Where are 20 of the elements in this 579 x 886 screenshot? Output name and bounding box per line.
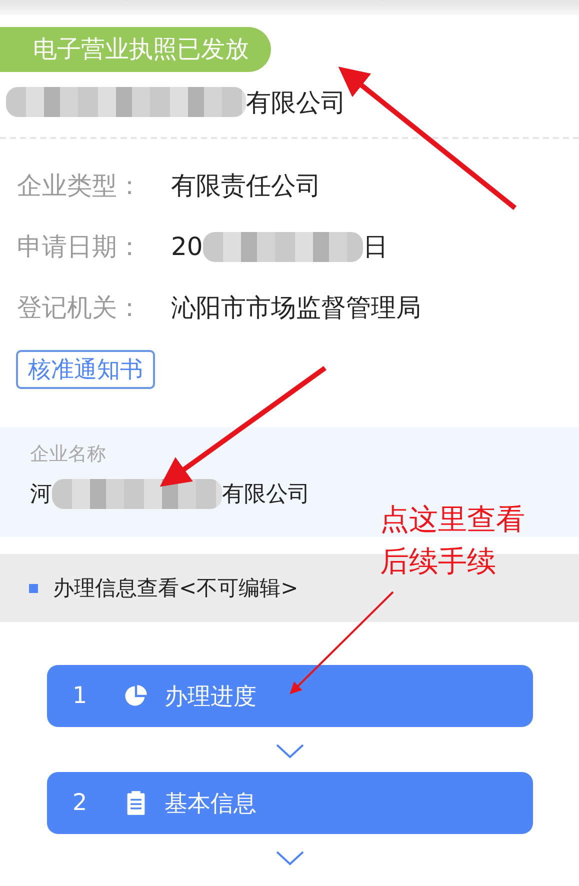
field-label: 登记机关：	[17, 292, 143, 324]
field-value: 日	[362, 231, 388, 263]
annotation-text: 点这里查看 后续手续	[380, 501, 525, 580]
field-label: 申请日期：	[17, 231, 143, 263]
bullet-icon	[29, 584, 38, 592]
company-name: 有限公司	[222, 481, 310, 509]
panel-label: 企业名称	[30, 442, 107, 467]
step-button[interactable]: 2 基本信息	[46, 772, 532, 834]
chevron-down-icon	[274, 850, 304, 866]
field-label: 企业类型：	[17, 170, 143, 202]
field-value: 20	[171, 232, 203, 261]
field-value: 有限责任公司	[171, 170, 321, 202]
status-badge: 电子营业执照已发放	[0, 27, 271, 72]
field-value: 沁阳市市场监督管理局	[171, 292, 421, 324]
section-title: 办理信息查看<不可编辑>	[53, 575, 298, 602]
company-name: 有限公司	[246, 86, 346, 118]
notice-button[interactable]: 核准通知书	[16, 350, 155, 389]
chevron-down-icon	[274, 743, 304, 759]
company-name: 河	[30, 481, 52, 509]
step-button[interactable]: 1 办理进度	[46, 665, 532, 727]
